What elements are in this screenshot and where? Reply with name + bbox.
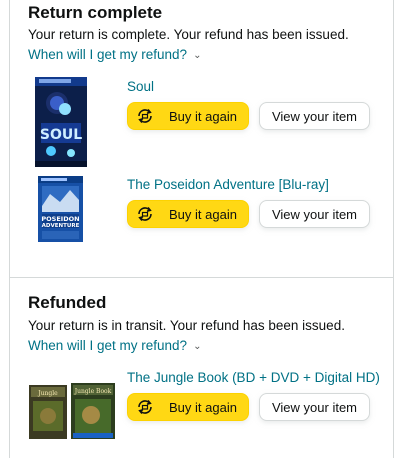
product-title-link[interactable]: Soul bbox=[127, 79, 154, 94]
svg-text:ADVENTURE: ADVENTURE bbox=[42, 223, 80, 229]
view-your-item-button[interactable]: View your item bbox=[259, 200, 370, 228]
section-description: Your return is complete. Your refund has… bbox=[28, 27, 349, 42]
product-image-soul[interactable]: SOUL bbox=[35, 77, 87, 167]
buy-it-again-label: Buy it again bbox=[169, 206, 237, 222]
section-title: Return complete bbox=[28, 3, 163, 22]
svg-text:POSEIDON: POSEIDON bbox=[41, 215, 79, 223]
buy-it-again-label: Buy it again bbox=[169, 399, 237, 415]
return-complete-panel: Return complete Your return is complete.… bbox=[9, 0, 394, 278]
refund-link-label: When will I get my refund? bbox=[28, 47, 188, 62]
refund-timing-link[interactable]: When will I get my refund? ⌄ bbox=[28, 47, 201, 62]
buy-it-again-label: Buy it again bbox=[169, 108, 237, 124]
section-description: Your return is in transit. Your refund h… bbox=[28, 318, 345, 333]
cart-rebuy-icon bbox=[134, 203, 156, 225]
product-title-link[interactable]: The Poseidon Adventure [Blu-ray] bbox=[127, 177, 329, 192]
cart-rebuy-icon bbox=[134, 396, 156, 418]
view-your-item-button[interactable]: View your item bbox=[259, 102, 370, 130]
buy-it-again-button[interactable]: Buy it again bbox=[127, 200, 249, 228]
cart-rebuy-icon bbox=[134, 105, 156, 127]
refunded-panel: Refunded Your return is in transit. Your… bbox=[9, 278, 394, 458]
refund-timing-link[interactable]: When will I get my refund? ⌄ bbox=[28, 338, 201, 353]
svg-text:SOUL: SOUL bbox=[40, 127, 82, 143]
view-your-item-button[interactable]: View your item bbox=[259, 393, 370, 421]
buy-it-again-button[interactable]: Buy it again bbox=[127, 393, 249, 421]
svg-text:Jungle Book: Jungle Book bbox=[74, 388, 112, 395]
product-title-link[interactable]: The Jungle Book (BD + DVD + Digital HD) bbox=[127, 370, 380, 385]
section-title: Refunded bbox=[28, 293, 107, 312]
buy-it-again-button[interactable]: Buy it again bbox=[127, 102, 249, 130]
refund-link-label: When will I get my refund? bbox=[28, 338, 188, 353]
product-image-poseidon[interactable]: POSEIDON ADVENTURE bbox=[38, 176, 83, 242]
chevron-down-icon: ⌄ bbox=[193, 341, 202, 352]
product-image-jungle-book[interactable]: Jungle Jungle Book bbox=[27, 381, 117, 441]
chevron-down-icon: ⌄ bbox=[193, 50, 202, 61]
svg-text:Jungle: Jungle bbox=[37, 390, 58, 397]
